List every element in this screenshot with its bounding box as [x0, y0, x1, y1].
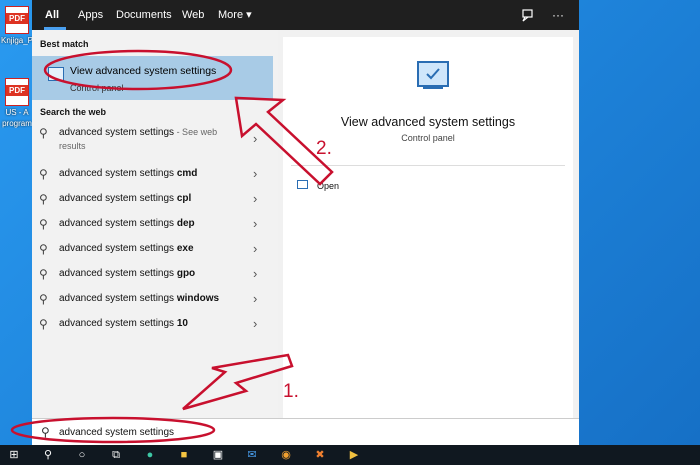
step-1-label: 1. — [283, 381, 299, 402]
arrow-step-1 — [182, 353, 294, 411]
tutorial-annotations — [10, 49, 334, 444]
step-2-label: 2. — [316, 138, 332, 159]
highlight-ellipse-best-match — [43, 49, 233, 91]
highlight-ellipse-search-box — [10, 416, 216, 444]
